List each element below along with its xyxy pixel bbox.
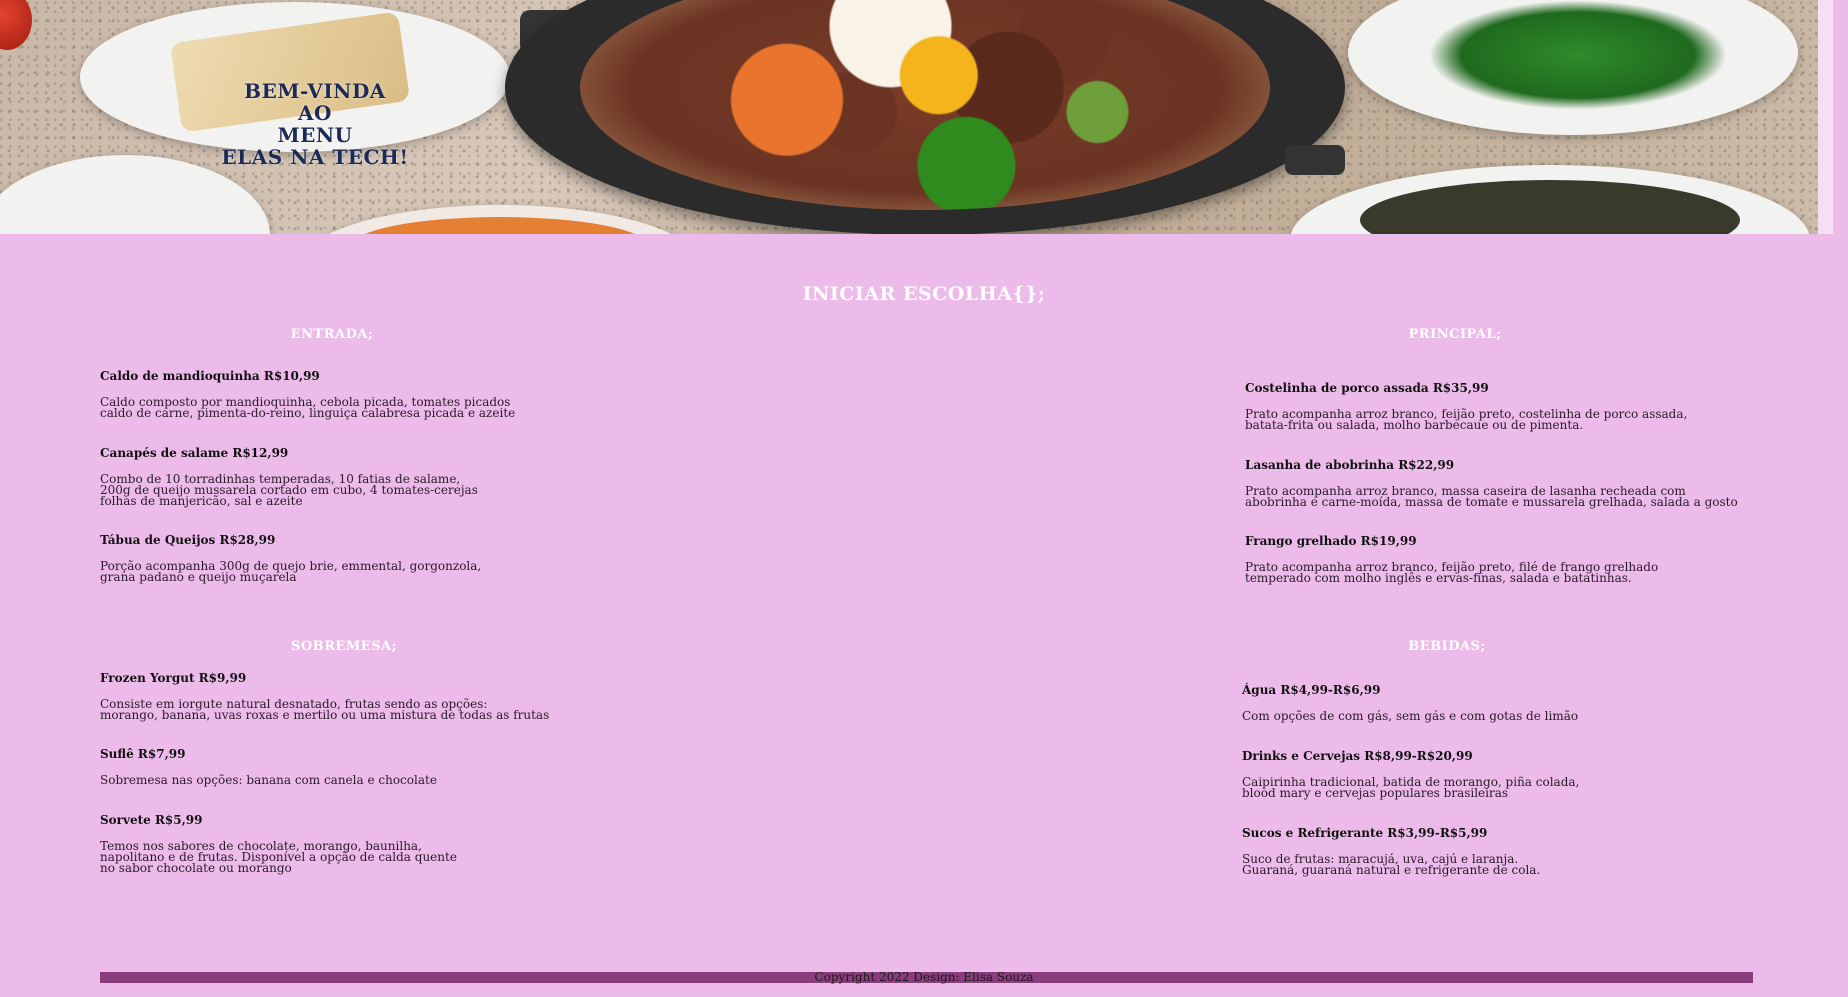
menu-item: Caldo de mandioquinha R$10,99 Caldo comp… <box>100 369 515 419</box>
menu-item: Tábua de Queijos R$28,99 Porção acompanh… <box>100 533 481 583</box>
hero-plate-seaweed <box>1290 165 1810 234</box>
hero-title-line: AO <box>298 101 332 125</box>
hero-title-line: MENU <box>277 123 353 147</box>
menu-item: Frozen Yorgut R$9,99 Consiste em iorgute… <box>100 671 549 721</box>
menu-item-title: Lasanha de abobrinha R$22,99 <box>1245 458 1455 472</box>
menu-item-title: Água R$4,99-R$6,99 <box>1242 683 1381 697</box>
menu-item: Costelinha de porco assada R$35,99 Prato… <box>1245 381 1687 431</box>
footer-copyright: Copyright 2022 Design: Elisa Souza <box>814 970 1034 984</box>
hero-title-line: ELAS NA TECH! <box>221 145 409 169</box>
menu-item: Suflê R$7,99 Sobremesa nas opções: banan… <box>100 747 437 786</box>
hero-title-line: BEM-VINDA <box>244 79 386 103</box>
menu-item-description: Com opções de com gás, sem gás e com got… <box>1242 709 1579 723</box>
menu-item-description: Sobremesa nas opções: banana com canela … <box>100 773 437 787</box>
menu-item: Canapés de salame R$12,99 Combo de 10 to… <box>100 446 478 507</box>
page-title: INICIAR ESCOLHA{}; <box>802 283 1046 305</box>
menu-item-description: Prato acompanha arroz branco, massa case… <box>1245 484 1738 509</box>
menu-item-title: Tábua de Queijos R$28,99 <box>100 533 276 547</box>
section-title-bebidas: BEBIDAS; <box>1408 639 1486 654</box>
menu-item-title: Suflê R$7,99 <box>100 747 186 761</box>
menu-item-description: Suco de frutas: maracujá, uva, cajú e la… <box>1242 852 1541 877</box>
menu-item-title: Frozen Yorgut R$9,99 <box>100 671 247 685</box>
hero-welcome-title: BEM-VINDA AO MENU ELAS NA TECH! <box>150 80 480 168</box>
menu-item-title: Frango grelhado R$19,99 <box>1245 534 1417 548</box>
menu-item-description: Combo de 10 torradinhas temperadas, 10 f… <box>100 472 478 508</box>
section-title-sobremesa: SOBREMESA; <box>291 639 397 654</box>
menu-item-description: Prato acompanha arroz branco, feijão pre… <box>1245 560 1659 585</box>
menu-item: Sorvete R$5,99 Temos nos sabores de choc… <box>100 813 457 874</box>
menu-item-title: Sucos e Refrigerante R$3,99-R$5,99 <box>1242 826 1488 840</box>
section-title-principal: PRINCIPAL; <box>1408 327 1502 342</box>
menu-item: Lasanha de abobrinha R$22,99 Prato acomp… <box>1245 458 1738 508</box>
menu-item-description: Prato acompanha arroz branco, feijão pre… <box>1245 407 1688 432</box>
menu-item-title: Costelinha de porco assada R$35,99 <box>1245 381 1489 395</box>
menu-item-title: Caldo de mandioquinha R$10,99 <box>100 369 320 383</box>
menu-item-description: Caipirinha tradicional, batida de morang… <box>1242 775 1580 800</box>
menu-item-title: Drinks e Cervejas R$8,99-R$20,99 <box>1242 749 1473 763</box>
menu-item: Sucos e Refrigerante R$3,99-R$5,99 Suco … <box>1242 826 1540 876</box>
hero-banner: BEM-VINDA AO MENU ELAS NA TECH! <box>0 0 1833 234</box>
hero-plate-greens <box>1348 0 1798 135</box>
menu-item-title: Sorvete R$5,99 <box>100 813 203 827</box>
hero-plate-sauce <box>300 205 700 234</box>
menu-item: Frango grelhado R$19,99 Prato acompanha … <box>1245 534 1658 584</box>
menu-item-description: Temos nos sabores de chocolate, morango,… <box>100 839 457 875</box>
menu-item: Água R$4,99-R$6,99 Com opções de com gás… <box>1242 683 1578 722</box>
menu-item: Drinks e Cervejas R$8,99-R$20,99 Caipiri… <box>1242 749 1579 799</box>
menu-item-description: Consiste em iorgute natural desnatado, f… <box>100 697 550 722</box>
hero-tomato <box>0 0 32 50</box>
section-title-entrada: ENTRADA; <box>290 327 374 342</box>
hero-edge-strip <box>1818 0 1833 234</box>
menu-item-description: Caldo composto por mandioquinha, cebola … <box>100 395 516 420</box>
menu-item-title: Canapés de salame R$12,99 <box>100 446 289 460</box>
bowl-handle <box>1285 145 1345 175</box>
menu-item-description: Porção acompanha 300g de quejo brie, emm… <box>100 559 482 584</box>
